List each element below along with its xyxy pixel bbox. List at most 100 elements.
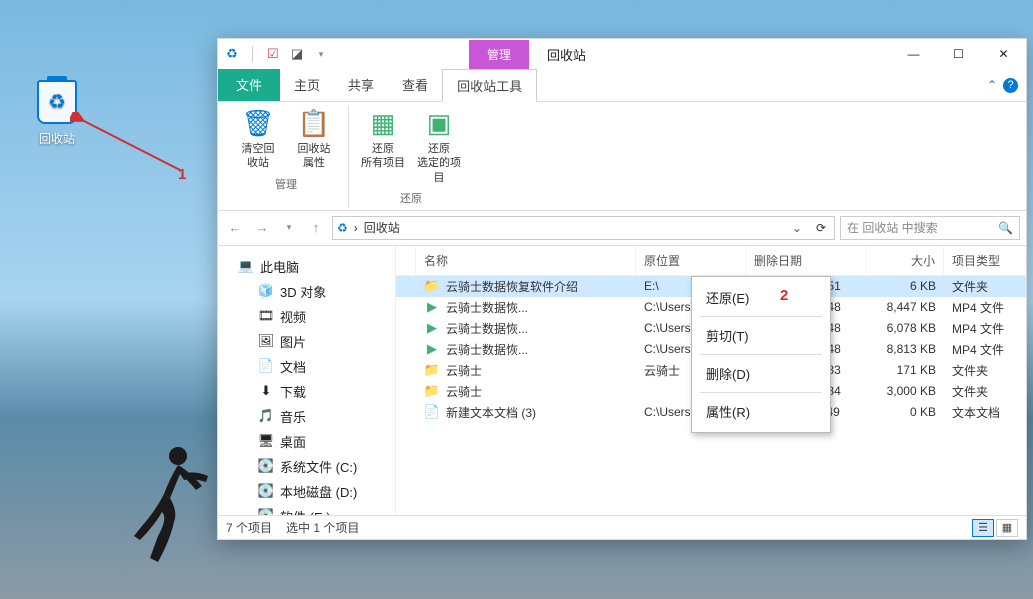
close-button[interactable]: ✕ <box>981 39 1026 69</box>
maximize-button[interactable]: ☐ <box>936 39 981 69</box>
file-size: 6 KB <box>866 279 944 293</box>
file-type: MP4 文件 <box>944 341 1026 358</box>
nav-item-label: 下载 <box>280 382 306 401</box>
separator <box>252 46 253 62</box>
nav-item[interactable]: 🖥桌面 <box>218 429 395 454</box>
tab-recycle-tools[interactable]: 回收站工具 <box>442 69 537 102</box>
file-size: 6,078 KB <box>866 321 944 335</box>
navigation-pane: 💻 此电脑 🧊3D 对象🎞视频🖼图片📄文档 ⬇ 下载 🎵音乐🖥桌面💽系统文件 (C:)… <box>218 246 396 515</box>
separator <box>700 316 822 317</box>
nav-back-button[interactable]: ← <box>224 217 246 239</box>
ctx-cut[interactable]: 剪切(T) <box>692 319 830 352</box>
col-spacer <box>396 246 416 275</box>
nav-item-label: 3D 对象 <box>280 282 326 301</box>
tab-home[interactable]: 主页 <box>280 69 334 101</box>
refresh-button[interactable]: ⟳ <box>812 221 830 235</box>
nav-history-dropdown[interactable]: ▾ <box>278 217 300 239</box>
column-name[interactable]: 名称 <box>416 246 636 275</box>
file-size: 171 KB <box>866 363 944 377</box>
file-name: 云骑士数据恢... <box>446 299 528 316</box>
nav-item-label: 视频 <box>280 307 306 326</box>
breadcrumb-location[interactable]: 回收站 <box>364 219 400 236</box>
nav-item-icon: ⬇ <box>258 383 274 399</box>
help-icon[interactable]: ? <box>1003 78 1018 93</box>
nav-item[interactable]: 🎵音乐 <box>218 404 395 429</box>
nav-item[interactable]: 💽 软件 (E:) <box>218 504 395 515</box>
nav-this-pc[interactable]: 💻 此电脑 <box>218 254 395 279</box>
tab-file[interactable]: 文件 <box>218 69 280 101</box>
ribbon-collapse-icon[interactable]: ⌃ <box>987 78 997 92</box>
separator <box>700 354 822 355</box>
nav-item[interactable]: 🖼图片 <box>218 329 395 354</box>
ribbon-label: 清空回 收站 <box>242 142 275 171</box>
status-bar: 7 个项目 选中 1 个项目 ☰ ▦ <box>218 515 1026 539</box>
menubar: 文件 主页 共享 查看 回收站工具 ⌃ ? <box>218 69 1026 102</box>
address-bar: ← → ▾ ↑ ♻ › 回收站 ⌄ ⟳ 在 回收站 中搜索 🔍 <box>218 211 1026 246</box>
qat-properties-icon[interactable]: ☑ <box>265 46 281 62</box>
nav-item[interactable]: 💽 本地磁盘 (D:) <box>218 479 395 504</box>
minimize-button[interactable]: — <box>891 39 936 69</box>
nav-forward-button[interactable]: → <box>251 217 273 239</box>
selected-count: 选中 1 个项目 <box>286 519 359 536</box>
file-name: 云骑士数据恢... <box>446 320 528 337</box>
file-name: 云骑士 <box>446 383 482 400</box>
column-delete-date[interactable]: 删除日期 <box>746 246 866 275</box>
view-details-button[interactable]: ☰ <box>972 519 994 537</box>
titlebar: ♻ ☑ ◪ ▾ 管理 回收站 — ☐ ✕ <box>218 39 1026 69</box>
column-type[interactable]: 项目类型 <box>944 246 1026 275</box>
nav-item-icon: 💽 <box>258 508 274 515</box>
manage-tab[interactable]: 管理 <box>469 40 529 69</box>
nav-item[interactable]: 🧊3D 对象 <box>218 279 395 304</box>
qat-dropdown-icon[interactable]: ▾ <box>313 46 329 62</box>
file-size: 0 KB <box>866 405 944 419</box>
nav-item-label: 本地磁盘 (D:) <box>280 482 357 501</box>
view-switcher: ☰ ▦ <box>972 519 1018 537</box>
recycle-bin-properties-button[interactable]: 📋 回收站 属性 <box>288 106 340 173</box>
nav-item-icon: 📄 <box>258 358 274 374</box>
ctx-properties[interactable]: 属性(R) <box>692 395 830 428</box>
decorative-runner <box>120 440 220 570</box>
nav-item-label: 图片 <box>280 332 306 351</box>
nav-item-label: 软件 (E:) <box>280 507 331 515</box>
address-input[interactable]: ♻ › 回收站 ⌄ ⟳ <box>332 216 835 240</box>
restore-selected-button[interactable]: ▣ 还原 选定的项目 <box>413 106 465 187</box>
nav-item-icon: 💽 <box>258 483 274 499</box>
window-body: 💻 此电脑 🧊3D 对象🎞视频🖼图片📄文档 ⬇ 下载 🎵音乐🖥桌面💽系统文件 (C:)… <box>218 246 1026 515</box>
search-input[interactable]: 在 回收站 中搜索 🔍 <box>840 216 1020 240</box>
nav-item[interactable]: 🎞视频 <box>218 304 395 329</box>
restore-all-button[interactable]: ▦ 还原 所有项目 <box>357 106 409 187</box>
ctx-delete[interactable]: 删除(D) <box>692 357 830 390</box>
search-placeholder: 在 回收站 中搜索 <box>847 219 938 236</box>
nav-up-button[interactable]: ↑ <box>305 217 327 239</box>
file-name: 新建文本文档 (3) <box>446 404 536 421</box>
nav-item[interactable]: 📄文档 <box>218 354 395 379</box>
tab-share[interactable]: 共享 <box>334 69 388 101</box>
file-icon: ▶ <box>424 320 440 336</box>
explorer-window: ♻ ☑ ◪ ▾ 管理 回收站 — ☐ ✕ 文件 主页 共享 查看 回收站工具 ⌃… <box>217 38 1027 540</box>
file-size: 8,813 KB <box>866 342 944 356</box>
column-size[interactable]: 大小 <box>866 246 944 275</box>
column-original-location[interactable]: 原位置 <box>636 246 746 275</box>
nav-item-label: 音乐 <box>280 407 306 426</box>
restore-all-icon: ▦ <box>367 108 399 140</box>
address-dropdown-icon[interactable]: ⌄ <box>788 221 806 235</box>
qat-recycle-icon[interactable]: ♻ <box>224 46 240 62</box>
qat-select-icon[interactable]: ◪ <box>289 46 305 62</box>
nav-item-icon: 💽 <box>258 458 274 474</box>
window-controls: — ☐ ✕ <box>891 39 1026 69</box>
nav-item[interactable]: 💽系统文件 (C:) <box>218 454 395 479</box>
search-icon[interactable]: 🔍 <box>998 221 1013 235</box>
file-type: 文件夹 <box>944 383 1026 400</box>
restore-selected-icon: ▣ <box>423 108 455 140</box>
empty-recycle-bin-button[interactable]: 🗑 清空回 收站 <box>232 106 284 173</box>
properties-icon: 📋 <box>298 108 330 140</box>
column-headers: 名称 原位置 删除日期 大小 项目类型 <box>396 246 1026 276</box>
tab-view[interactable]: 查看 <box>388 69 442 101</box>
ctx-restore[interactable]: 还原(E) <box>692 281 830 314</box>
empty-bin-icon: 🗑 <box>242 108 274 140</box>
file-size: 3,000 KB <box>866 384 944 398</box>
view-icons-button[interactable]: ▦ <box>996 519 1018 537</box>
annotation-arrow-1 <box>70 112 190 182</box>
nav-item[interactable]: ⬇ 下载 <box>218 379 395 404</box>
file-icon: 📁 <box>424 278 440 294</box>
